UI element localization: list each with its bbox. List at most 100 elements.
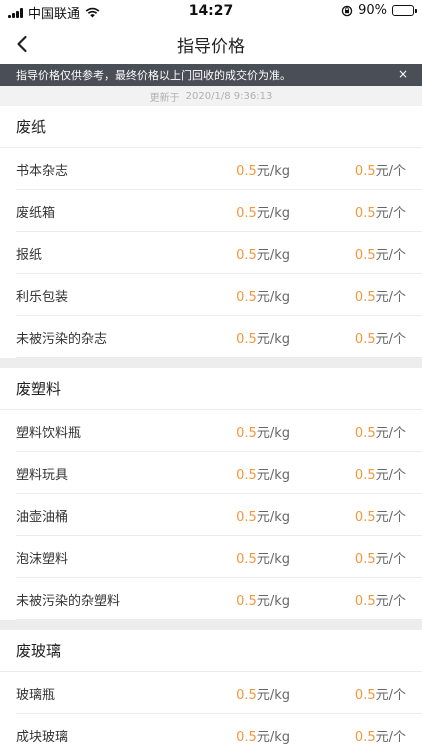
price-per-kg: 0.5元/kg xyxy=(236,548,290,567)
price-value: 0.5 xyxy=(236,205,257,221)
price-unit: 元/个 xyxy=(375,205,406,221)
price-unit: 元/个 xyxy=(375,509,406,525)
price-unit: 元/kg xyxy=(256,289,290,305)
price-value: 0.5 xyxy=(354,247,376,263)
price-value: 0.5 xyxy=(236,687,257,703)
section-header: 废纸 xyxy=(0,106,422,148)
list-item[interactable]: 未被污染的杂塑料 0.5元/kg 0.5元/个 xyxy=(0,578,422,620)
price-per-kg: 0.5元/kg xyxy=(236,202,290,221)
notice-banner: 指导价格仅供参考，最终价格以上门回收的成交价为准。 × xyxy=(0,64,422,86)
price-unit: 元/kg xyxy=(256,163,290,179)
price-value: 0.5 xyxy=(236,247,257,263)
price-unit: 元/个 xyxy=(375,551,406,567)
price-unit: 元/kg xyxy=(256,247,290,263)
price-value: 0.5 xyxy=(354,425,376,441)
price-unit: 元/kg xyxy=(256,425,290,441)
section-header: 废塑料 xyxy=(0,368,422,410)
price-unit: 元/kg xyxy=(256,687,290,703)
price-per-piece: 0.5元/个 xyxy=(355,548,406,567)
price-unit: 元/kg xyxy=(256,509,290,525)
list-item[interactable]: 书本杂志 0.5元/kg 0.5元/个 xyxy=(0,148,422,190)
price-per-kg: 0.5元/kg xyxy=(236,244,290,263)
price-value: 0.5 xyxy=(354,729,376,745)
price-unit: 元/个 xyxy=(375,467,406,483)
price-value: 0.5 xyxy=(236,593,257,609)
price-per-kg: 0.5元/kg xyxy=(236,726,290,745)
price-value: 0.5 xyxy=(354,205,376,221)
price-per-piece: 0.5元/个 xyxy=(355,506,406,525)
price-value: 0.5 xyxy=(354,509,376,525)
price-per-piece: 0.5元/个 xyxy=(355,244,406,263)
list-item[interactable]: 塑料玩具 0.5元/kg 0.5元/个 xyxy=(0,452,422,494)
price-unit: 元/kg xyxy=(256,551,290,567)
price-unit: 元/个 xyxy=(375,425,406,441)
price-per-kg: 0.5元/kg xyxy=(236,286,290,305)
price-value: 0.5 xyxy=(354,289,376,305)
navigation-bar: 指导价格 xyxy=(0,24,422,64)
price-value: 0.5 xyxy=(354,687,376,703)
status-right: 90% xyxy=(341,3,417,18)
price-value: 0.5 xyxy=(354,551,376,567)
price-per-kg: 0.5元/kg xyxy=(236,464,290,483)
list-item[interactable]: 玻璃瓶 0.5元/kg 0.5元/个 xyxy=(0,672,422,714)
back-button[interactable] xyxy=(10,32,34,56)
price-per-piece: 0.5元/个 xyxy=(355,464,406,483)
price-value: 0.5 xyxy=(236,331,257,347)
update-datetime: 2020/1/8 9:36:13 xyxy=(185,90,273,102)
list-item[interactable]: 泡沫塑料 0.5元/kg 0.5元/个 xyxy=(0,536,422,578)
price-unit: 元/个 xyxy=(375,687,406,703)
price-per-piece: 0.5元/个 xyxy=(355,422,406,441)
price-value: 0.5 xyxy=(236,729,257,745)
price-per-kg: 0.5元/kg xyxy=(236,328,290,347)
price-per-piece: 0.5元/个 xyxy=(355,286,406,305)
price-per-piece: 0.5元/个 xyxy=(355,726,406,745)
price-per-kg: 0.5元/kg xyxy=(236,160,290,179)
price-unit: 元/个 xyxy=(375,289,406,305)
chevron-left-icon xyxy=(17,35,27,53)
price-unit: 元/个 xyxy=(375,163,406,179)
list-item[interactable]: 成块玻璃 0.5元/kg 0.5元/个 xyxy=(0,714,422,750)
price-unit: 元/kg xyxy=(256,331,290,347)
section-divider xyxy=(0,620,422,630)
list-item[interactable]: 未被污染的杂志 0.5元/kg 0.5元/个 xyxy=(0,316,422,358)
price-per-piece: 0.5元/个 xyxy=(355,684,406,703)
price-unit: 元/个 xyxy=(375,729,406,745)
price-per-piece: 0.5元/个 xyxy=(355,590,406,609)
update-label: 更新于 xyxy=(149,92,180,104)
section-divider xyxy=(0,358,422,368)
price-unit: 元/个 xyxy=(375,331,406,347)
price-unit: 元/个 xyxy=(375,247,406,263)
price-value: 0.5 xyxy=(354,163,376,179)
status-bar: 中国联通 14:27 90% xyxy=(0,0,422,24)
list-item[interactable]: 报纸 0.5元/kg 0.5元/个 xyxy=(0,232,422,274)
price-per-kg: 0.5元/kg xyxy=(236,422,290,441)
list-item[interactable]: 塑料饮料瓶 0.5元/kg 0.5元/个 xyxy=(0,410,422,452)
list-item[interactable]: 利乐包装 0.5元/kg 0.5元/个 xyxy=(0,274,422,316)
battery-icon xyxy=(392,5,417,16)
list-item[interactable]: 油壶油桶 0.5元/kg 0.5元/个 xyxy=(0,494,422,536)
price-unit: 元/kg xyxy=(256,467,290,483)
price-per-piece: 0.5元/个 xyxy=(355,328,406,347)
price-value: 0.5 xyxy=(236,509,257,525)
price-value: 0.5 xyxy=(236,425,257,441)
price-per-piece: 0.5元/个 xyxy=(355,160,406,179)
price-unit: 元/kg xyxy=(256,593,290,609)
price-per-kg: 0.5元/kg xyxy=(236,506,290,525)
price-unit: 元/kg xyxy=(256,729,290,745)
price-value: 0.5 xyxy=(236,163,257,179)
notice-text: 指导价格仅供参考，最终价格以上门回收的成交价为准。 xyxy=(16,69,291,82)
price-unit: 元/kg xyxy=(256,205,290,221)
close-icon[interactable]: × xyxy=(398,67,408,81)
update-time-row: 更新于 2020/1/8 9:36:13 xyxy=(0,86,422,106)
page-title: 指导价格 xyxy=(177,36,245,57)
list-item[interactable]: 废纸箱 0.5元/kg 0.5元/个 xyxy=(0,190,422,232)
price-value: 0.5 xyxy=(354,593,376,609)
price-value: 0.5 xyxy=(354,467,376,483)
price-value: 0.5 xyxy=(236,467,257,483)
price-value: 0.5 xyxy=(236,551,257,567)
price-per-kg: 0.5元/kg xyxy=(236,684,290,703)
price-unit: 元/个 xyxy=(375,593,406,609)
price-per-piece: 0.5元/个 xyxy=(355,202,406,221)
price-list: 废纸 书本杂志 0.5元/kg 0.5元/个 废纸箱 0.5元/kg 0.5元/个 报纸 0.5… xyxy=(0,106,422,750)
section-header: 废玻璃 xyxy=(0,630,422,672)
